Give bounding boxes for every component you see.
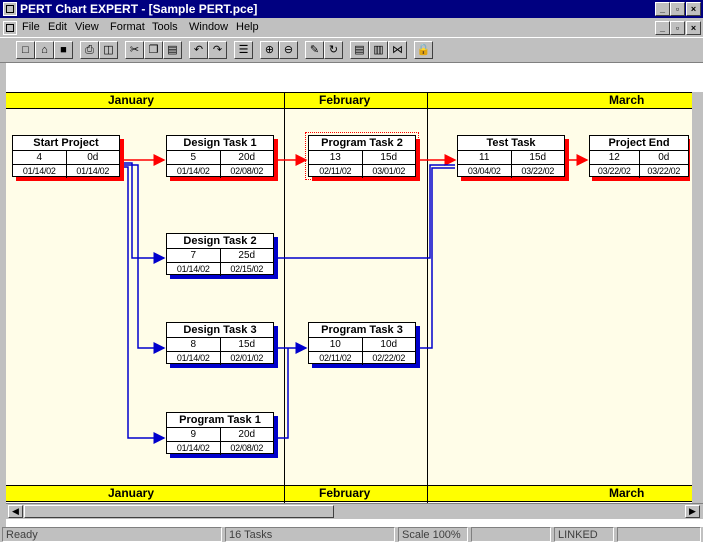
status-bar: Ready 16 Tasks Scale 100% LINKED [0, 527, 703, 542]
scroll-thumb[interactable] [24, 505, 334, 518]
task-name: Project End [590, 136, 688, 151]
dependency-lines [122, 154, 589, 444]
task-duration: 20d [219, 428, 274, 441]
task-duration: 10d [361, 338, 416, 351]
task-id: 7 [190, 250, 197, 261]
task-end: 02/08/02 [219, 442, 274, 455]
task-node[interactable]: Program Task 1 9 20d 01/14/02 02/08/02 [166, 412, 274, 455]
task-start: 01/14/02 [176, 353, 210, 363]
task-end: 02/08/02 [219, 165, 274, 178]
task-start: 03/04/02 [467, 166, 501, 176]
task-name: Design Task 3 [167, 323, 273, 338]
task-duration: 0d [638, 151, 689, 164]
task-end: 03/01/02 [361, 165, 416, 178]
task-node[interactable]: Design Task 1 5 20d 01/14/02 02/08/02 [166, 135, 274, 178]
task-id: 10 [329, 339, 341, 350]
task-name: Design Task 1 [167, 136, 273, 151]
task-duration: 15d [219, 338, 274, 351]
task-start: 01/14/02 [176, 264, 210, 274]
task-duration: 20d [219, 151, 274, 164]
task-duration: 25d [219, 249, 274, 262]
link-start-program1 [122, 166, 166, 444]
task-id: 11 [479, 152, 490, 163]
task-name: Test Task [458, 136, 564, 151]
task-node[interactable]: Design Task 3 8 15d 01/14/02 02/01/02 [166, 322, 274, 365]
task-id: 12 [608, 152, 620, 163]
task-node-selected[interactable]: Program Task 2 13 15d 02/11/02 03/01/02 [305, 132, 419, 180]
task-node[interactable]: Test Task 11 15d 03/04/02 03/22/02 [457, 135, 565, 178]
task-id: 9 [190, 429, 197, 440]
task-id: 8 [190, 339, 197, 350]
status-scale: Scale 100% [398, 527, 468, 542]
task-id: 4 [36, 152, 43, 163]
task-node[interactable]: Start Project 4 0d 01/14/02 01/14/02 [12, 135, 120, 178]
task-start: 01/14/02 [176, 166, 210, 176]
task-end: 02/15/02 [219, 263, 274, 276]
task-name: Design Task 2 [167, 234, 273, 249]
task-duration: 15d [510, 151, 565, 164]
task-node[interactable]: Project End 12 0d 03/22/02 03/22/02 [589, 135, 689, 178]
task-start: 01/14/02 [176, 443, 210, 453]
task-name: Program Task 2 [309, 136, 415, 151]
task-name: Start Project [13, 136, 119, 151]
task-end: 03/22/02 [638, 165, 689, 178]
task-start: 03/22/02 [597, 166, 631, 176]
task-end: 03/22/02 [510, 165, 565, 178]
status-count: 16 Tasks [225, 527, 395, 542]
scroll-left-icon[interactable]: ◀ [8, 505, 23, 518]
task-end: 01/14/02 [65, 165, 120, 178]
status-blank [471, 527, 551, 542]
scroll-right-icon[interactable]: ▶ [685, 505, 700, 518]
task-start: 02/11/02 [319, 166, 352, 176]
task-node[interactable]: Design Task 2 7 25d 01/14/02 02/15/02 [166, 233, 274, 276]
horizontal-scrollbar[interactable]: ◀ ▶ [6, 503, 703, 519]
status-mode: LINKED [554, 527, 614, 542]
task-duration: 15d [361, 151, 416, 164]
task-id: 5 [190, 152, 197, 163]
task-duration: 0d [65, 151, 120, 164]
task-end: 02/01/02 [219, 352, 274, 365]
status-blank [617, 527, 701, 542]
task-start: 02/11/02 [319, 353, 352, 363]
task-start: 01/14/02 [22, 166, 56, 176]
task-end: 02/22/02 [361, 352, 416, 365]
task-node[interactable]: Program Task 3 10 10d 02/11/02 02/22/02 [308, 322, 416, 365]
status-text: Ready [2, 527, 222, 542]
task-name: Program Task 1 [167, 413, 273, 428]
task-name: Program Task 3 [309, 323, 415, 338]
vertical-scrollbar[interactable] [692, 92, 703, 503]
task-id: 13 [329, 152, 341, 163]
